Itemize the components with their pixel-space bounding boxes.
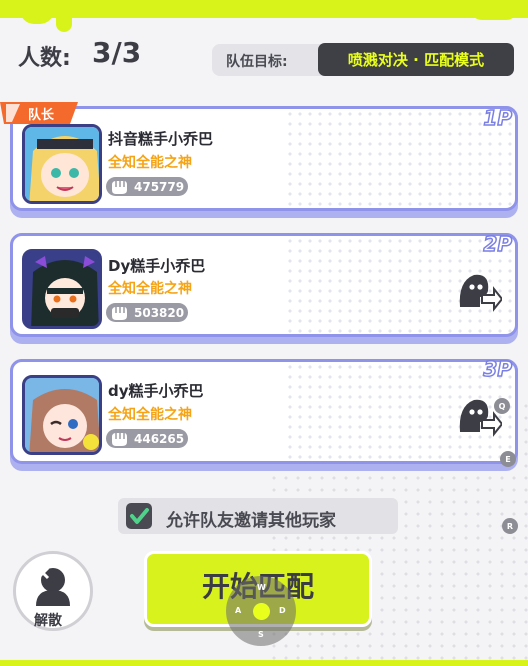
team-goal-mode[interactable]: 喷溅对决 · 匹配模式 bbox=[318, 43, 514, 76]
key-hint-d: D bbox=[279, 606, 286, 615]
player-score-value-2p: 503820 bbox=[134, 305, 185, 320]
joystick-thumb[interactable] bbox=[253, 603, 270, 620]
player-title-1p: 全知全能之神 bbox=[108, 155, 192, 171]
slot-label-3p: 3P bbox=[483, 356, 513, 382]
allow-invite-checkbox[interactable] bbox=[126, 503, 152, 529]
leader-badge-text: 队长 bbox=[28, 108, 55, 123]
slot-label-2p: 2P bbox=[483, 231, 513, 257]
paint-drip bbox=[56, 10, 72, 32]
paint-drip bbox=[20, 10, 54, 24]
fist-icon bbox=[112, 180, 127, 194]
player-score-value-1p: 475779 bbox=[134, 179, 185, 194]
player-score-1p: 475779 bbox=[106, 177, 188, 196]
player-name-2p: Dy糕手小乔巴 bbox=[108, 257, 206, 275]
member-count-label: 人数: bbox=[18, 46, 71, 71]
player-name-3p: dy糕手小乔巴 bbox=[108, 382, 204, 400]
key-hint-w: W bbox=[257, 583, 266, 592]
team-goal-label: 队伍目标: bbox=[226, 54, 288, 70]
bottom-lime-band bbox=[0, 660, 528, 666]
player-title-2p: 全知全能之神 bbox=[108, 281, 192, 297]
key-hint-q: Q bbox=[494, 398, 510, 414]
player-score-value-3p: 446265 bbox=[134, 431, 185, 446]
brown-hair-girl-avatar-icon[interactable] bbox=[22, 375, 102, 455]
key-hint-r: R bbox=[502, 518, 518, 534]
key-hint-e: E bbox=[500, 451, 516, 467]
blonde-girl-avatar-icon[interactable] bbox=[22, 124, 102, 204]
dark-hair-girl-avatar-icon[interactable] bbox=[22, 249, 102, 329]
fist-icon bbox=[112, 432, 127, 446]
disband-label: 解散 bbox=[34, 613, 62, 629]
player-title-3p: 全知全能之神 bbox=[108, 407, 192, 423]
slot-label-1p: 1P bbox=[483, 105, 513, 131]
player-name-1p: 抖音糕手小乔巴 bbox=[108, 130, 214, 148]
invite-friend-icon[interactable] bbox=[454, 392, 502, 438]
player-score-3p: 446265 bbox=[106, 429, 188, 448]
invite-friend-icon[interactable] bbox=[454, 267, 502, 313]
checkmark-icon bbox=[130, 508, 149, 524]
paint-drip bbox=[470, 8, 518, 20]
top-lime-band bbox=[0, 0, 528, 18]
member-count-value: 3/3 bbox=[92, 36, 142, 69]
allow-invite-label: 允许队友邀请其他玩家 bbox=[166, 511, 336, 531]
key-hint-s: S bbox=[258, 630, 264, 639]
fist-icon bbox=[112, 306, 127, 320]
player-score-2p: 503820 bbox=[106, 303, 188, 322]
key-hint-a: A bbox=[235, 606, 242, 615]
